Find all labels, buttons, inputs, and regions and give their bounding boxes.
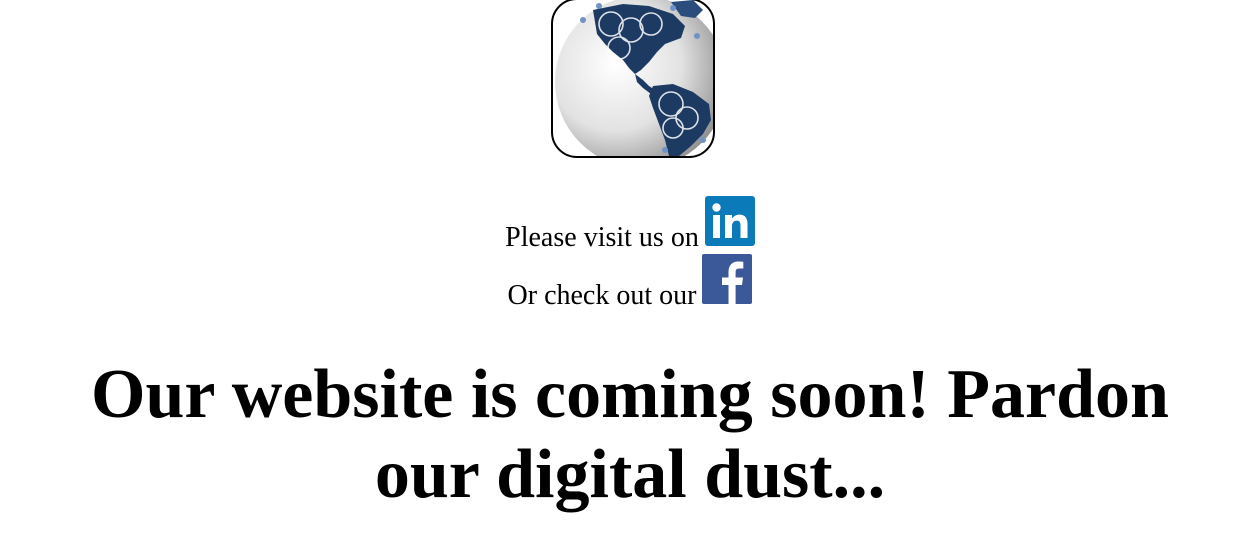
- facebook-line: Or check out our: [0, 254, 1260, 310]
- globe-logo: [551, 0, 715, 158]
- linkedin-line: Please visit us on: [0, 196, 1260, 252]
- facebook-icon[interactable]: [702, 254, 753, 310]
- linkedin-prompt-text: Please visit us on: [505, 222, 699, 253]
- headline-line-2: our digital dust...: [374, 436, 886, 513]
- linkedin-icon[interactable]: [704, 196, 755, 252]
- facebook-prompt-text: Or check out our: [507, 280, 697, 311]
- globe-icon: [555, 0, 713, 156]
- headline-line-1: Our website is coming soon! Pardon: [91, 356, 1169, 433]
- coming-soon-headline: Our website is coming soon! Pardon our d…: [0, 355, 1260, 515]
- coming-soon-page: Please visit us on Or check out our Our …: [0, 0, 1260, 537]
